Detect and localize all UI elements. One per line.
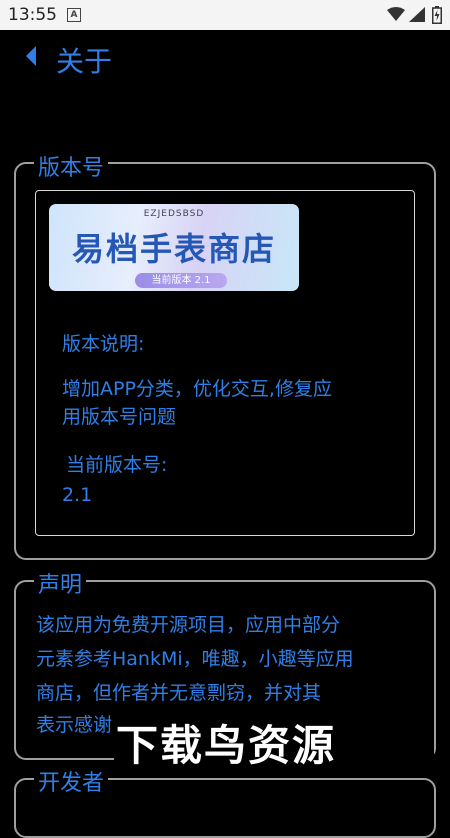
statement-line-2: 元素参考HankMi，唯趣，小趣等应用 [36,648,354,670]
statement-section-legend: 声明 [34,567,87,599]
banner-version-pill: 当前版本 2.1 [135,273,227,288]
banner-subtitle: EZJEDSBSD [143,209,205,219]
statement-line-3: 商店，但作者并无意剽窃，并对其 [36,682,322,704]
chevron-left-icon[interactable] [24,45,38,67]
current-version-value: 2.1 [62,484,93,506]
signal-icon [409,7,425,22]
app-banner: EZJEDSBSD 易档手表商店 当前版本 2.1 [49,204,299,291]
app-header: 关于 [0,30,450,80]
status-time: 13:55 [8,5,57,25]
developer-section-legend: 开发者 [34,765,109,797]
banner-title: 易档手表商店 [71,230,276,268]
version-desc-line-2: 用版本号问题 [62,406,177,428]
status-bar: 13:55 A [0,0,450,30]
notification-a-icon: A [67,8,81,22]
current-version-label: 当前版本号: [66,454,168,476]
version-section-legend: 版本号 [34,150,109,182]
statement-line-1: 该应用为免费开源项目，应用中部分 [36,614,341,636]
battery-icon [432,6,442,24]
wifi-icon [387,7,405,21]
version-desc-label: 版本说明: [62,333,145,355]
page-title: 关于 [56,45,113,78]
statement-line-4: 表示感谢 [36,714,113,736]
version-desc-line-1: 增加APP分类，优化交互,修复应 [62,378,332,400]
watermark-logo: 下载鸟资源 [116,721,337,770]
